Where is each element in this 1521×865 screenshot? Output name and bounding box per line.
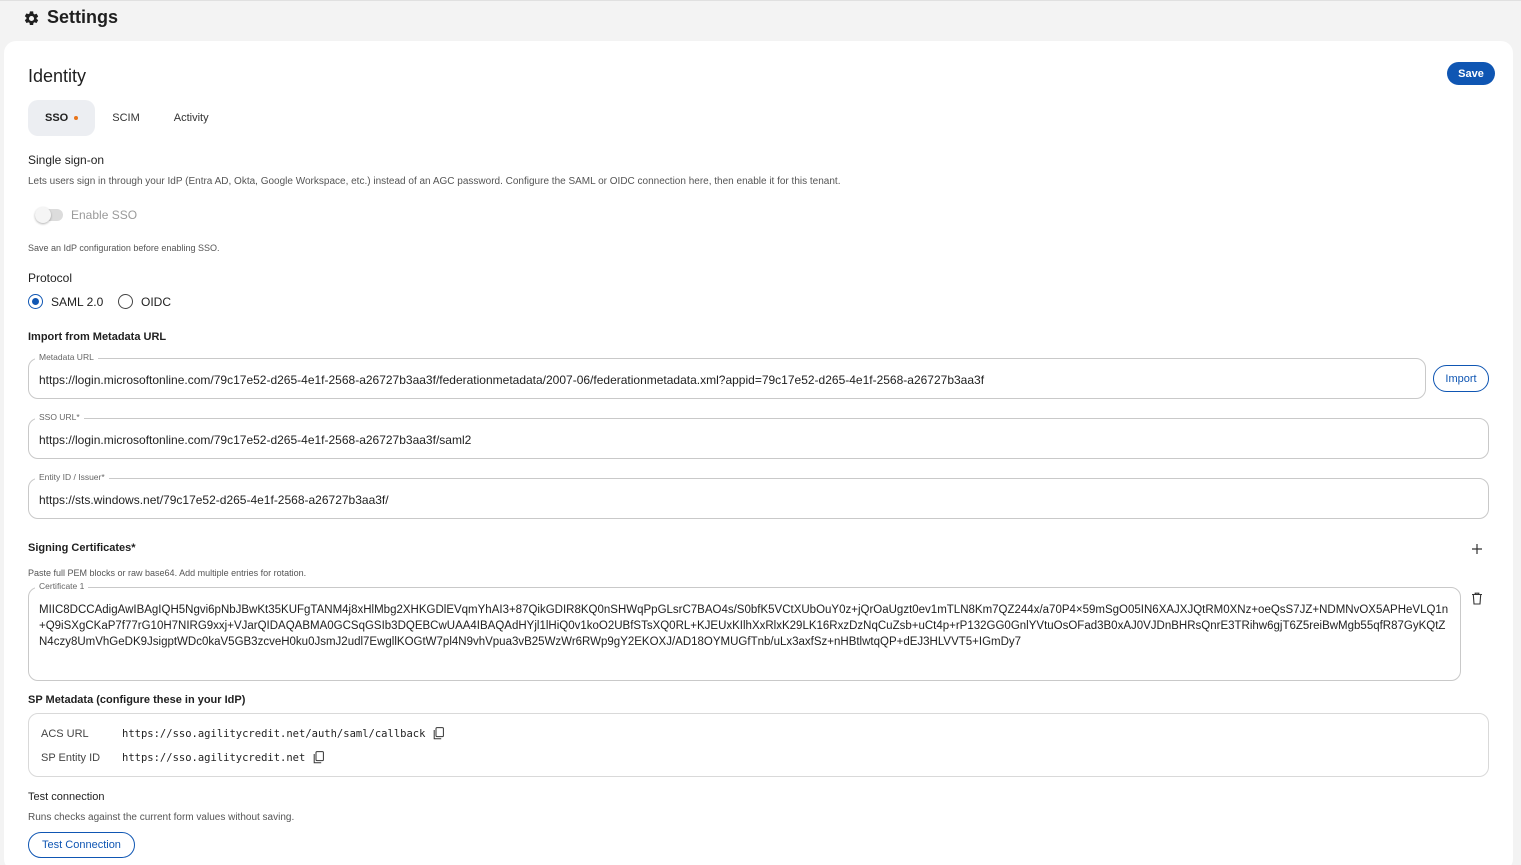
trash-icon[interactable] — [1471, 592, 1483, 605]
unsaved-indicator — [74, 116, 79, 120]
entity-id-label: Entity ID / Issuer* — [35, 472, 109, 482]
metadata-url-field[interactable]: Metadata URL https://login.microsoftonli… — [28, 352, 1426, 399]
toggle-knob — [35, 207, 51, 223]
sp-metadata-box: ACS URL https://sso.agilitycredit.net/au… — [28, 713, 1489, 777]
certificates-hint: Paste full PEM blocks or raw base64. Add… — [28, 568, 307, 578]
certificates-title: Signing Certificates* — [28, 542, 136, 554]
radio-oidc-label: OIDC — [141, 295, 171, 309]
radio-oidc[interactable] — [118, 294, 133, 309]
enable-sso-hint: Save an IdP configuration before enablin… — [28, 243, 220, 253]
sp-metadata-title: SP Metadata (configure these in your IdP… — [28, 694, 246, 706]
sso-title: Single sign-on — [28, 153, 105, 167]
enable-sso-toggle[interactable] — [35, 207, 63, 223]
metadata-url-label: Metadata URL — [35, 352, 98, 362]
identity-card: Identity Save SSO SCIM Activity Single s… — [4, 41, 1513, 865]
entity-id-input[interactable]: https://sts.windows.net/79c17e52-d265-4e… — [39, 493, 389, 507]
tab-scim[interactable]: SCIM — [95, 100, 157, 136]
save-button[interactable]: Save — [1447, 62, 1495, 85]
certificate-1-textarea[interactable]: MIIC8DCCAdigAwIBAgIQH5Ngvi6pNbJBwKt35KUF… — [39, 602, 1451, 650]
plus-icon[interactable] — [1471, 543, 1483, 555]
metadata-url-input[interactable]: https://login.microsoftonline.com/79c17e… — [39, 373, 984, 387]
entity-id-field[interactable]: Entity ID / Issuer* https://sts.windows.… — [28, 472, 1489, 519]
tab-scim-label: SCIM — [112, 112, 140, 124]
sso-description: Lets users sign in through your IdP (Ent… — [28, 176, 841, 187]
top-bar: Settings — [0, 0, 1521, 40]
radio-saml[interactable] — [28, 294, 43, 309]
gear-icon — [24, 11, 39, 26]
tab-sso[interactable]: SSO — [28, 100, 96, 136]
tab-activity-label: Activity — [173, 112, 209, 124]
copy-icon[interactable] — [313, 751, 324, 764]
sso-url-label: SSO URL* — [35, 412, 84, 422]
test-connection-title: Test connection — [28, 791, 105, 803]
test-connection-button[interactable]: Test Connection — [28, 832, 135, 858]
test-connection-description: Runs checks against the current form val… — [28, 812, 295, 823]
section-title-identity: Identity — [28, 66, 87, 86]
tab-sso-label: SSO — [45, 112, 69, 124]
page-title: Settings — [47, 7, 119, 27]
metadata-import-title: Import from Metadata URL — [28, 331, 167, 343]
copy-icon[interactable] — [433, 727, 444, 740]
acs-url-label: ACS URL — [41, 728, 89, 740]
sp-entity-id-label: SP Entity ID — [41, 752, 101, 764]
protocol-label: Protocol — [28, 271, 73, 285]
acs-url-value: https://sso.agilitycredit.net/auth/saml/… — [122, 728, 426, 740]
radio-saml-label: SAML 2.0 — [51, 295, 104, 309]
certificate-1-field[interactable]: Certificate 1 MIIC8DCCAdigAwIBAgIQH5Ngvi… — [28, 581, 1461, 681]
tab-activity[interactable]: Activity — [157, 100, 226, 136]
sp-entity-id-value: https://sso.agilitycredit.net — [122, 752, 306, 764]
identity-tabs: SSO SCIM Activity — [28, 100, 226, 136]
enable-sso-label: Enable SSO — [71, 208, 138, 222]
import-button[interactable]: Import — [1433, 365, 1489, 392]
sso-url-input[interactable]: https://login.microsoftonline.com/79c17e… — [39, 433, 471, 447]
sso-url-field[interactable]: SSO URL* https://login.microsoftonline.c… — [28, 412, 1489, 459]
certificate-1-label: Certificate 1 — [35, 581, 89, 591]
